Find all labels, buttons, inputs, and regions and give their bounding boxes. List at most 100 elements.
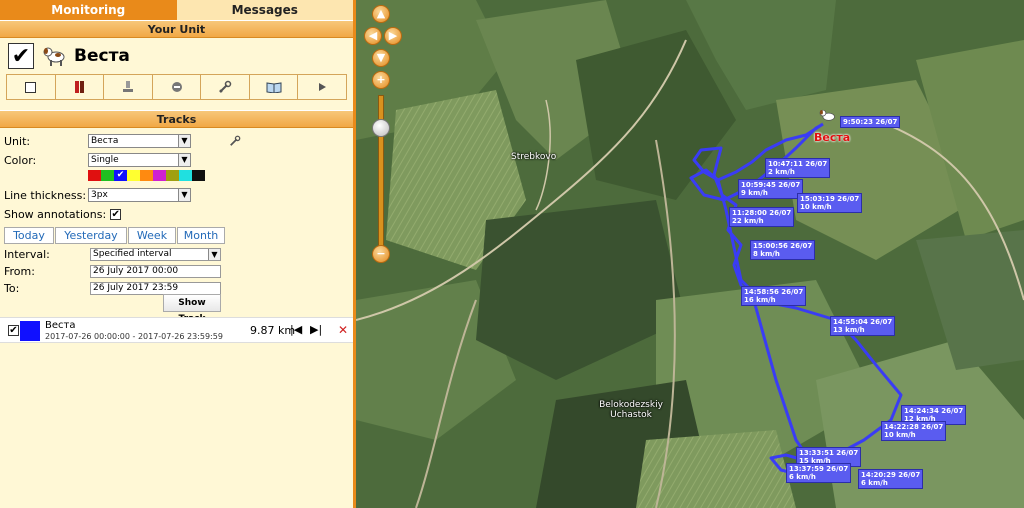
- map-view[interactable]: Strebkovo Belokodezskiy Uchastok Веста 9…: [356, 0, 1024, 508]
- month-button[interactable]: Month: [177, 227, 225, 244]
- annotation-time: 14:22:28 26/07: [884, 423, 944, 431]
- track-start-icon[interactable]: |◀: [290, 323, 302, 336]
- color-swatch[interactable]: [153, 170, 166, 181]
- thickness-select[interactable]: 3px ▼: [88, 188, 191, 202]
- color-swatches: ✔: [88, 170, 349, 181]
- color-swatch[interactable]: [192, 170, 205, 181]
- from-input[interactable]: 26 July 2017 00:00: [90, 265, 221, 278]
- today-button[interactable]: Today: [4, 227, 54, 244]
- interval-select-value: Specified interval: [93, 249, 172, 259]
- chevron-down-icon: ▼: [178, 135, 190, 147]
- color-swatch[interactable]: [88, 170, 101, 181]
- annotations-label: Show annotations:: [4, 207, 107, 221]
- zoom-in-button[interactable]: +: [372, 71, 390, 89]
- map-zoom-control: ▲ ◀ ▶ ▼ + −: [364, 5, 412, 275]
- pan-up-button[interactable]: ▲: [372, 5, 390, 23]
- book-icon-button[interactable]: [250, 75, 299, 99]
- unit-select-value: Веста: [91, 136, 119, 146]
- track-annotation: 13:37:59 26/07 6 km/h: [786, 463, 852, 483]
- unit-row: ✔ Веста: [0, 38, 353, 74]
- color-swatch[interactable]: [101, 170, 114, 181]
- minus-circle-icon-button[interactable]: [153, 75, 202, 99]
- annotation-time: 14:55:04 26/07: [833, 318, 893, 326]
- annotation-time: 10:47:11 26/07: [768, 160, 828, 168]
- pan-right-button[interactable]: ▶: [384, 27, 402, 45]
- track-annotation: 14:55:04 26/07 13 km/h: [830, 316, 896, 336]
- week-button[interactable]: Week: [128, 227, 176, 244]
- annotation-time: 13:37:59 26/07: [789, 465, 849, 473]
- track-annotation: 14:58:56 26/07 16 km/h: [741, 286, 807, 306]
- annotation-speed: 10 km/h: [800, 203, 832, 211]
- unit-label: Unit:: [4, 134, 31, 148]
- left-panel: Monitoring Messages Your Unit ✔ Веста Tr…: [0, 0, 356, 508]
- track-annotation: 9:50:23 26/07: [840, 116, 901, 128]
- annotation-speed: 2 km/h: [768, 168, 795, 176]
- place-label-strebkovo: Strebkovo: [511, 152, 557, 162]
- annotation-time: 14:20:29 26/07: [861, 471, 921, 479]
- track-annotation: 15:00:56 26/07 8 km/h: [750, 240, 816, 260]
- color-label: Color:: [4, 153, 37, 167]
- wrench-icon: [219, 80, 232, 93]
- annotation-time: 10:59:45 26/07: [741, 181, 801, 189]
- pan-down-button[interactable]: ▼: [372, 49, 390, 67]
- interval-select[interactable]: Specified interval ▼: [90, 248, 221, 261]
- pan-left-button[interactable]: ◀: [364, 27, 382, 45]
- chevron-down-icon: ▼: [178, 154, 190, 166]
- color-swatch[interactable]: [127, 170, 140, 181]
- show-track-button[interactable]: Show Track: [163, 294, 221, 324]
- unit-visibility-checkbox[interactable]: ✔: [8, 43, 34, 69]
- dog-unit-icon[interactable]: [818, 108, 838, 124]
- annotation-speed: 13 km/h: [833, 326, 865, 334]
- zoom-slider-thumb[interactable]: [372, 119, 390, 137]
- delete-track-icon[interactable]: ✕: [338, 323, 348, 337]
- track-annotation: 14:20:29 26/07 6 km/h: [858, 469, 924, 489]
- chevron-down-icon: ▼: [208, 249, 220, 260]
- zoom-out-button[interactable]: −: [372, 245, 390, 263]
- play-icon: [319, 83, 327, 91]
- color-swatch[interactable]: [179, 170, 192, 181]
- to-label: To:: [4, 282, 20, 295]
- track-end-icon[interactable]: ▶|: [310, 323, 322, 336]
- period-buttons: Today Yesterday Week Month: [4, 227, 349, 244]
- annotation-time: 14:58:56 26/07: [744, 288, 804, 296]
- unit-select[interactable]: Веста ▼: [88, 134, 191, 148]
- track-annotation: 11:28:00 26/07 22 km/h: [729, 207, 795, 227]
- unit-toolbar: [6, 74, 347, 100]
- unit-name: Веста: [74, 46, 130, 66]
- track-name: Веста: [45, 320, 76, 331]
- battery-icon-button[interactable]: [56, 75, 105, 99]
- annotation-time: 9:50:23 26/07: [843, 118, 898, 126]
- annotation-time: 11:28:00 26/07: [732, 209, 792, 217]
- wrench-icon-button[interactable]: [201, 75, 250, 99]
- annotations-checkbox[interactable]: ✔: [110, 208, 122, 220]
- tab-messages[interactable]: Messages: [176, 0, 353, 20]
- from-label: From:: [4, 265, 35, 278]
- pin-icon-button[interactable]: [104, 75, 153, 99]
- thickness-label: Line thickness:: [4, 188, 87, 202]
- tab-monitoring[interactable]: Monitoring: [0, 0, 177, 20]
- place-label-belokodezskiy: Belokodezskiy Uchastok: [599, 400, 663, 420]
- dog-unit-icon: [43, 47, 65, 66]
- map-unit-label: Веста: [814, 131, 851, 144]
- annotation-speed: 9 km/h: [741, 189, 768, 197]
- square-icon-button[interactable]: [7, 75, 56, 99]
- color-swatch[interactable]: [140, 170, 153, 181]
- annotation-speed: 8 km/h: [753, 250, 780, 258]
- play-icon-button[interactable]: [298, 75, 346, 99]
- track-annotation: 15:03:19 26/07 10 km/h: [797, 193, 863, 213]
- your-unit-header: Your Unit: [0, 20, 353, 38]
- chevron-down-icon: ▼: [178, 189, 190, 201]
- track-distance: 9.87 km: [250, 324, 296, 337]
- yesterday-button[interactable]: Yesterday: [55, 227, 127, 244]
- track-annotation: 10:59:45 26/07 9 km/h: [738, 179, 804, 199]
- thickness-select-value: 3px: [91, 190, 108, 200]
- color-select[interactable]: Single ▼: [88, 153, 191, 167]
- track-annotation: 10:47:11 26/07 2 km/h: [765, 158, 831, 178]
- color-swatch[interactable]: ✔: [114, 170, 127, 181]
- annotation-speed: 22 km/h: [732, 217, 764, 225]
- track-visibility-checkbox[interactable]: ✔: [8, 325, 19, 336]
- track-color-box[interactable]: [20, 321, 40, 341]
- color-swatch[interactable]: [166, 170, 179, 181]
- wrench-icon[interactable]: [229, 135, 241, 147]
- interval-label: Interval:: [4, 248, 50, 261]
